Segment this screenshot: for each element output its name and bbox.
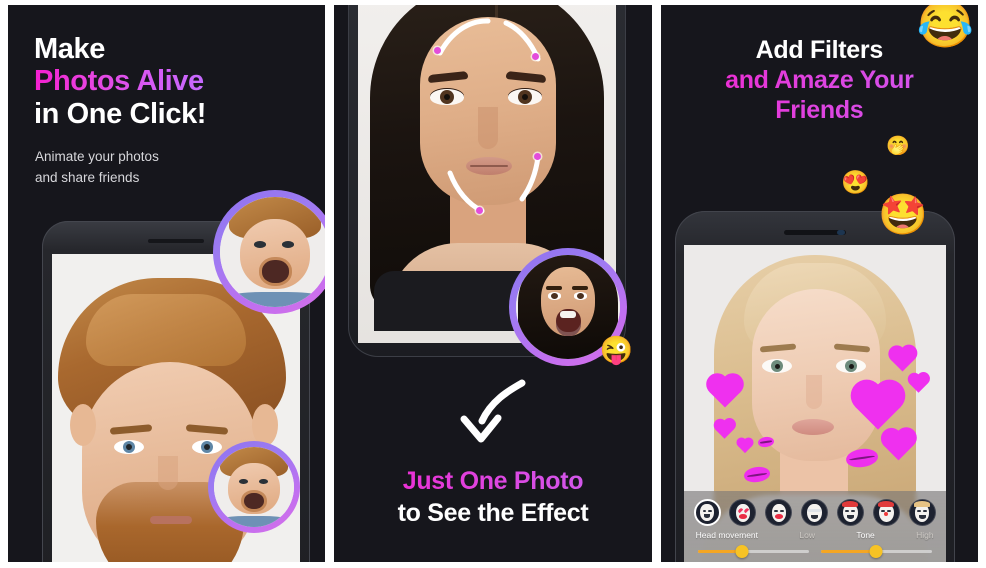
filter-thumb-santa-hat[interactable]	[836, 499, 864, 526]
phone-speaker	[148, 239, 204, 243]
panel2-caption: Just One Photo to See the Effect	[334, 467, 651, 528]
mini-portrait-smiling	[220, 197, 326, 307]
filter-thumb-clown[interactable]	[872, 499, 900, 526]
slider-knob[interactable]	[735, 545, 749, 558]
caption-line-2: to See the Effect	[397, 499, 589, 527]
portrait-eye-left	[114, 440, 144, 454]
filter-thumb-blonde-hair[interactable]	[908, 499, 936, 526]
heart-sticker	[737, 438, 754, 454]
headline-line-1: Make	[34, 33, 105, 65]
portrait-nose	[158, 456, 178, 490]
slider-fill	[820, 550, 877, 553]
panel-make-photos-alive: Make Photos Alive in One Click! Animate …	[8, 5, 326, 562]
heart-sticker	[883, 430, 916, 461]
lips-sticker	[844, 446, 879, 470]
down-arrow-icon	[460, 379, 526, 443]
animated-preview-circle-large[interactable]	[213, 190, 326, 314]
portrait-ear-left	[70, 404, 96, 446]
portrait-mouth	[150, 516, 192, 524]
filter-thumb-red-lips[interactable]	[765, 499, 793, 526]
subtitle-line-1: Animate your photos	[35, 149, 159, 164]
portrait-ear-right	[252, 404, 278, 446]
filter-control-bar: Head movement Low Tone High	[683, 491, 946, 562]
filter-label-row: Head movement Low Tone High	[684, 526, 946, 540]
filter-thumb-plain-smile[interactable]	[693, 499, 721, 526]
label-head-movement: Head movement	[695, 530, 759, 540]
preview-circle-content	[214, 447, 294, 527]
portrait-nose	[805, 375, 822, 409]
heart-sticker	[709, 376, 744, 408]
headline-line-2: and Amaze Your	[661, 65, 978, 95]
mini-portrait-smiling	[214, 447, 294, 527]
winking-tongue-emoji: 😜	[599, 335, 634, 365]
screenshot-stage: Make Photos Alive in One Click! Animate …	[0, 0, 986, 568]
phone-mockup-3: Head movement Low Tone High	[674, 211, 955, 562]
panel1-subtitle: Animate your photos and share friends	[35, 147, 159, 189]
portrait-eye-right	[835, 359, 866, 373]
animated-preview-circle-small[interactable]	[208, 441, 300, 533]
panel1-headline: Make Photos Alive in One Click!	[34, 33, 206, 130]
heart-sticker	[855, 384, 904, 430]
slider-row	[684, 540, 946, 558]
head-movement-slider[interactable]	[697, 545, 809, 558]
panel-add-filters: Add Filters and Amaze Your Friends 😂 🤭 😍…	[660, 5, 978, 562]
headline-line-3: in One Click!	[34, 97, 207, 130]
slider-knob[interactable]	[869, 545, 883, 558]
panel-just-one-photo: 😜 Just One Photo to See the Effect	[334, 5, 652, 562]
portrait-eye-left	[761, 359, 792, 373]
heart-sticker	[908, 374, 930, 393]
face-detection-overlay	[410, 7, 566, 229]
filter-thumb-heart-eyes[interactable]	[729, 499, 757, 526]
label-high: High	[916, 530, 934, 540]
filter-thumbnail-row	[684, 491, 946, 526]
headline-line-2: Photos Alive	[34, 65, 206, 97]
lips-sticker	[757, 435, 775, 449]
animated-preview-circle[interactable]: 😜	[509, 248, 633, 366]
face-detection-oval	[437, 18, 541, 214]
label-low: Low	[799, 530, 815, 540]
heart-sticker	[890, 347, 918, 373]
portrait-lips	[791, 419, 834, 435]
caption-line-1: Just One Photo	[334, 467, 651, 496]
preview-circle-content	[220, 197, 326, 307]
headline-line-3: Friends	[661, 95, 978, 125]
heart-sticker	[714, 420, 736, 439]
lips-sticker	[742, 465, 771, 484]
hand-over-mouth-emoji: 🤭	[886, 136, 910, 157]
phone-camera	[837, 230, 846, 235]
tone-slider[interactable]	[820, 545, 932, 558]
subtitle-line-2: and share friends	[35, 169, 140, 185]
heart-eyes-emoji: 😍	[841, 169, 870, 195]
filter-thumb-sunglasses[interactable]	[801, 499, 829, 526]
label-tone: Tone	[856, 530, 875, 540]
joy-emoji: 😂	[916, 5, 974, 50]
star-struck-emoji: 🤩	[878, 193, 928, 237]
